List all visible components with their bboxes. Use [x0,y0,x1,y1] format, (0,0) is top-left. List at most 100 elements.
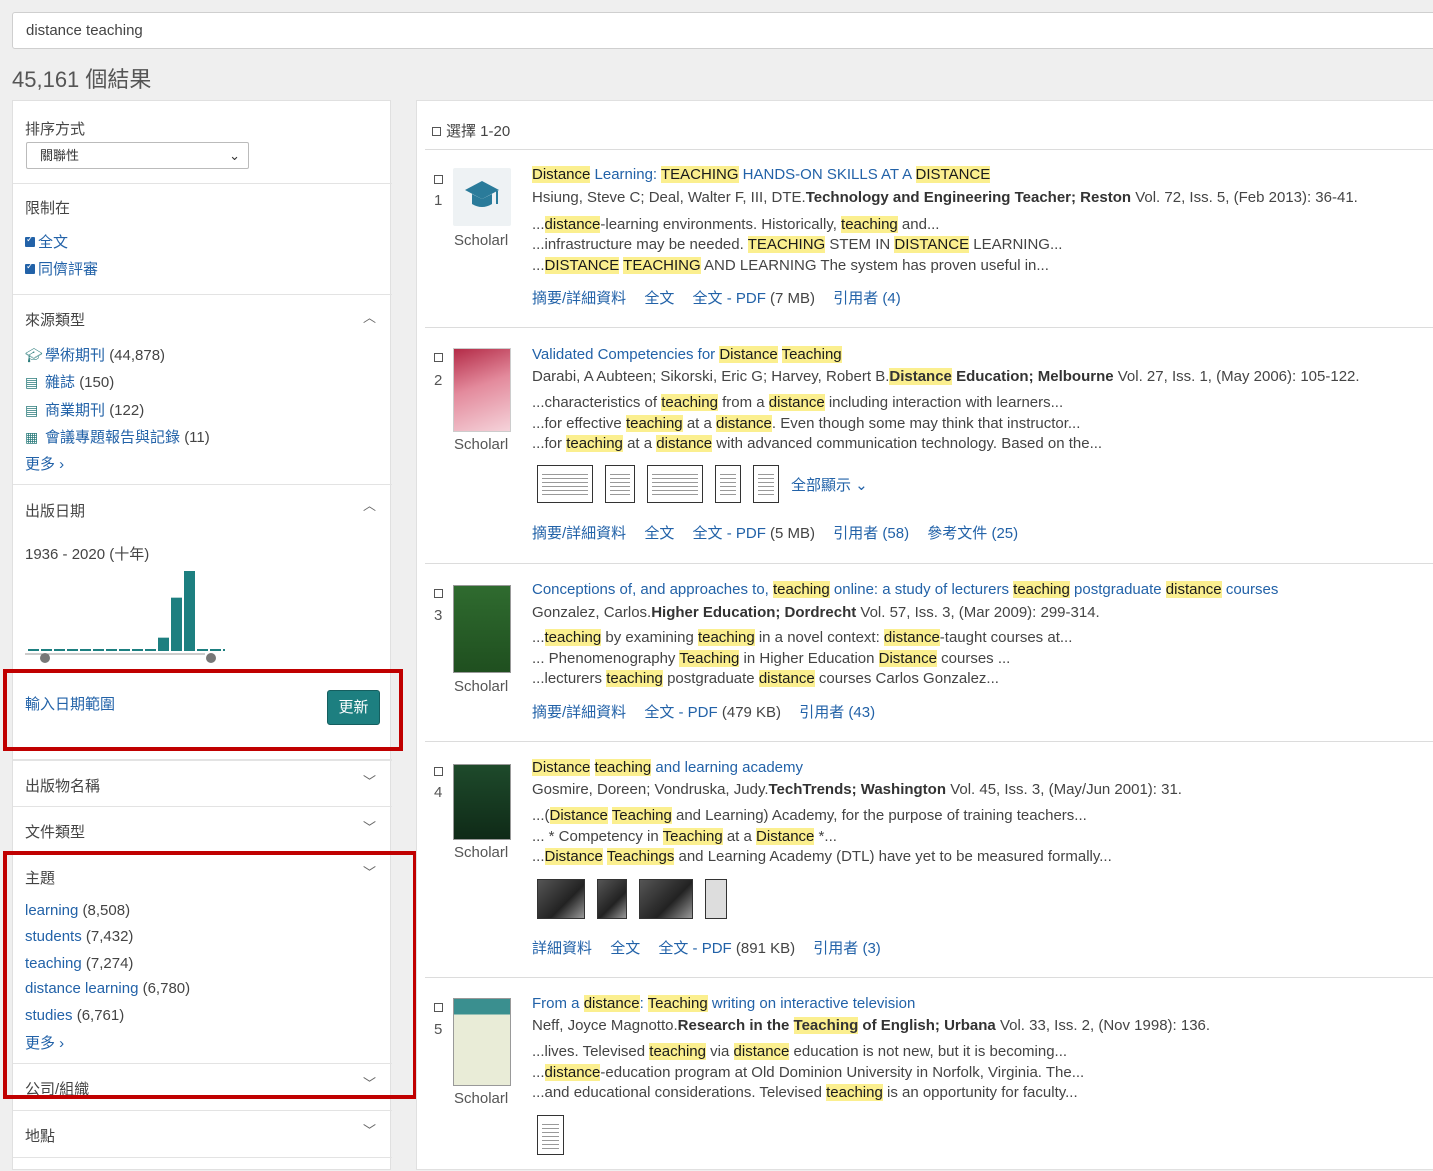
date-slider-start-handle[interactable] [40,653,50,663]
cited-by-link[interactable]: 引用者 (43) [799,704,875,721]
figure-thumbnail[interactable] [715,465,741,503]
source-type-title: 來源類型 [25,312,86,329]
abstract-details-link[interactable]: 摘要/詳細資料 [532,525,626,542]
histogram-bar [41,649,52,651]
histogram-bar [223,649,225,651]
result-checkbox[interactable] [434,175,443,184]
full-text-link[interactable]: 全文 [644,290,674,307]
result-title-link[interactable]: Validated Competencies for Distance Teac… [532,346,842,363]
select-all-checkbox[interactable]: 選擇 1-20 [432,120,510,141]
scholarly-label: Scholarl [454,436,509,453]
date-slider-end-handle[interactable] [206,653,216,663]
result-title-link[interactable]: From a distance: Teaching writing on int… [532,995,915,1012]
result-number: 1 [434,192,443,209]
result-checkbox[interactable] [434,353,443,362]
source-type-conference[interactable]: ▦ 會議專題報告與記錄 (11) [25,426,210,447]
result-checkbox[interactable] [434,589,443,598]
scholarly-journal-thumbnail[interactable] [453,168,511,226]
magazine-icon: ▤ [25,374,39,390]
result-item-1: 1 Scholarl Distance Learning: TEACHING H… [425,149,1433,327]
annotation-box-subject [3,851,417,1099]
search-input[interactable]: distance teaching [12,12,1433,49]
full-text-link[interactable]: 全文 [610,940,640,957]
cited-by-link[interactable]: 引用者 (4) [833,290,901,307]
sort-title: 排序方式 [25,121,86,138]
result-snippet: ...and educational considerations. Telev… [532,1084,1078,1101]
publication-highlight: Distance [889,368,952,385]
source-type-section: 來源類型 ︿ 🎓︎ 學術期刊 (44,878) ▤ 雜誌 (150) ▤ 商業期刊 (… [13,295,392,485]
cited-by-link[interactable]: 引用者 (3) [813,940,881,957]
cited-by-link[interactable]: 引用者 (58) [833,525,909,542]
figure-thumbnail[interactable] [605,465,635,503]
full-text-pdf-link[interactable]: 全文 - PDF (5 MB) [693,525,816,542]
full-text-pdf-link[interactable]: 全文 - PDF (7 MB) [693,290,816,307]
limit-fulltext-checkbox[interactable]: 全文 [25,231,68,252]
figure-thumbnails [537,1115,564,1155]
source-type-scholarly-journals[interactable]: 🎓︎ 學術期刊 (44,878) [25,344,165,365]
references-link[interactable]: 參考文件 (25) [927,525,1018,542]
result-snippet: ...infrastructure may be needed. TEACHIN… [532,236,1063,253]
show-all-link[interactable]: 全部顯示 ⌄ [791,474,868,495]
figure-thumbnail[interactable] [537,1115,564,1155]
result-title-link[interactable]: Conceptions of, and approaches to, teach… [532,581,1278,598]
abstract-details-link[interactable]: 摘要/詳細資料 [532,290,626,307]
full-text-link[interactable]: 全文 [644,525,674,542]
result-meta: Darabi, A Aubteen; Sikorski, Eric G; Har… [532,368,1360,385]
conference-icon: ▦ [25,429,39,445]
figure-thumbnail[interactable] [537,465,593,503]
doc-type-section[interactable]: 文件類型 ﹀ [13,807,392,853]
result-item-3: 3 Scholarl Conceptions of, and approache… [425,563,1433,741]
result-links: 摘要/詳細資料 全文 全文 - PDF (5 MB) 引用者 (58) 參考文件… [532,522,1032,543]
publication-section[interactable]: 出版物名稱 ﹀ [13,760,392,807]
result-title-link[interactable]: Distance Learning: TEACHING HANDS-ON SKI… [532,166,991,183]
histogram-bar [80,649,91,651]
result-title-link[interactable]: Distance teaching and learning academy [532,759,803,776]
figure-thumbnail[interactable] [647,465,703,503]
full-text-pdf-link[interactable]: 全文 - PDF (479 KB) [644,704,781,721]
chevron-up-icon[interactable]: ︿ [363,495,376,514]
result-number: 2 [434,372,443,389]
result-meta: Neff, Joyce Magnotto.Research in the Tea… [532,1017,1211,1034]
source-type-more-link[interactable]: 更多 › [25,453,64,474]
figure-thumbnail[interactable] [705,879,727,919]
limit-peer-reviewed-label: 同儕評審 [38,261,99,278]
pub-date-histogram[interactable] [25,566,225,666]
chevron-down-icon: ⌄ [229,148,240,163]
histogram-bar [184,571,195,651]
graduation-cap-icon: 🎓︎ [25,347,43,363]
result-snippet: ...lives. Televised teaching via distanc… [532,1043,1068,1060]
annotation-box-date-range [3,669,403,751]
location-title: 地點 [25,1128,56,1145]
figure-thumbnail[interactable] [639,879,693,919]
result-snippet: ...DISTANCE TEACHING AND LEARNING The sy… [532,257,1049,274]
checkbox-checked-icon [25,234,35,247]
limit-section: 限制在 全文 同儕評審 [13,184,392,295]
sort-select[interactable]: 關聯性 ⌄ [26,142,249,169]
limit-peer-reviewed-checkbox[interactable]: 同儕評審 [25,258,98,279]
figure-thumbnails [537,879,727,919]
source-type-trade-journals[interactable]: ▤ 商業期刊 (122) [25,399,144,420]
figure-thumbnail[interactable] [753,465,779,503]
result-checkbox[interactable] [434,1003,443,1012]
figure-thumbnail[interactable] [537,879,585,919]
result-snippet: ... * Competency in Teaching at a Distan… [532,828,837,845]
checkbox-checked-icon [25,261,35,274]
chevron-up-icon[interactable]: ︿ [363,307,376,326]
journal-cover-thumbnail[interactable] [453,998,511,1086]
result-snippet: ...(Distance Teaching and Learning) Acad… [532,807,1087,824]
details-link[interactable]: 詳細資料 [532,940,592,957]
abstract-details-link[interactable]: 摘要/詳細資料 [532,704,626,721]
result-links: 詳細資料 全文 全文 - PDF (891 KB) 引用者 (3) [532,937,895,958]
graduation-cap-icon [465,181,499,207]
sort-value: 關聯性 [40,148,80,163]
location-section[interactable]: 地點 ﹀ [13,1111,392,1158]
source-type-magazines[interactable]: ▤ 雜誌 (150) [25,371,114,392]
result-checkbox[interactable] [434,767,443,776]
journal-cover-thumbnail[interactable] [453,764,511,840]
full-text-pdf-link[interactable]: 全文 - PDF (891 KB) [658,940,795,957]
journal-cover-thumbnail[interactable] [453,585,511,673]
journal-cover-thumbnail[interactable] [453,348,511,432]
result-snippet: ...distance-education program at Old Dom… [532,1064,1085,1081]
figure-thumbnail[interactable] [597,879,627,919]
histogram-bar [171,597,182,651]
